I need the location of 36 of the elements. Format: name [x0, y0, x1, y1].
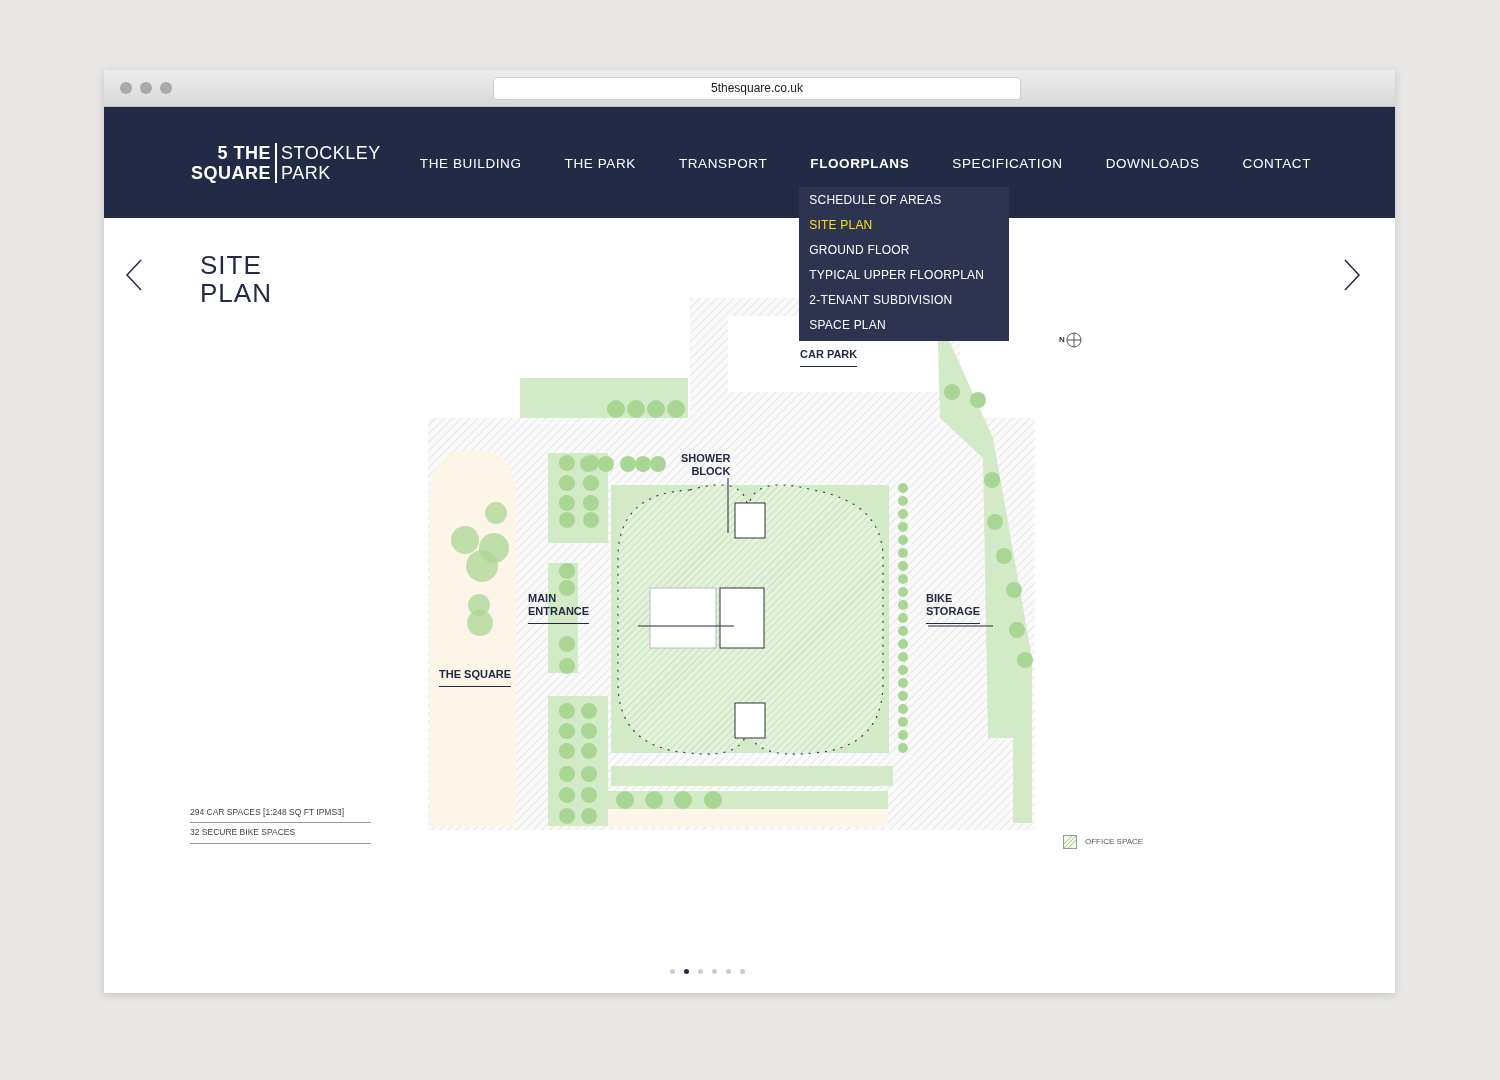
window-control[interactable]	[140, 82, 152, 94]
page-title: SITE PLAN	[200, 251, 273, 307]
nav-link[interactable]: SPECIFICATION	[952, 155, 1063, 171]
map-label: BIKE STORAGE	[926, 592, 981, 624]
menu-item[interactable]: SCHEDULE OF AREAS	[799, 188, 1010, 214]
window-control[interactable]	[120, 82, 132, 94]
pagination-dot[interactable]	[698, 969, 703, 974]
pagination-dot[interactable]	[740, 969, 745, 974]
nav-link[interactable]: FLOORPLANS	[810, 155, 910, 171]
nav-link[interactable]: CONTACT	[1242, 155, 1311, 171]
nav-link[interactable]: THE PARK	[564, 155, 636, 171]
nav-link[interactable]: THE BUILDING	[419, 155, 522, 171]
map-label: MAIN ENTRANCE	[528, 592, 590, 624]
pagination-dot[interactable]	[670, 969, 675, 974]
menu-item[interactable]: TYPICAL UPPER FLOORPLAN	[799, 263, 1010, 289]
menu-item[interactable]: GROUND FLOOR	[799, 238, 1010, 264]
menu-item[interactable]: 2-TENANT SUBDIVISION	[799, 288, 1010, 314]
address-bar[interactable]: 5thesquare.co.uk	[493, 76, 1021, 100]
pagination-dot[interactable]	[684, 969, 689, 974]
pagination-dot[interactable]	[726, 969, 731, 974]
office-space-swatch	[1063, 835, 1077, 849]
logo[interactable]: 5 THE SQUARE STOCKLEY PARK	[191, 142, 381, 183]
nav-link[interactable]: DOWNLOADS	[1105, 155, 1200, 171]
nav-link[interactable]: TRANSPORT	[678, 155, 768, 171]
map-label: SHOWER BLOCK	[681, 452, 731, 479]
map-label: CAR PARK	[800, 348, 858, 367]
map-label: THE SQUARE	[439, 668, 512, 687]
stat-text: 294 CAR SPACES [1:248 SQ FT IPMS3]	[190, 802, 371, 824]
legend-label: OFFICE SPACE	[1085, 836, 1144, 848]
north-label: N	[1059, 334, 1065, 346]
stat-text: 32 SECURE BIKE SPACES	[190, 823, 371, 844]
menu-item[interactable]: SITE PLAN	[799, 213, 1010, 239]
menu-item[interactable]: SPACE PLAN	[799, 313, 1010, 339]
compass-icon	[1065, 332, 1082, 348]
pagination-dot[interactable]	[712, 969, 717, 974]
window-control[interactable]	[160, 82, 172, 94]
